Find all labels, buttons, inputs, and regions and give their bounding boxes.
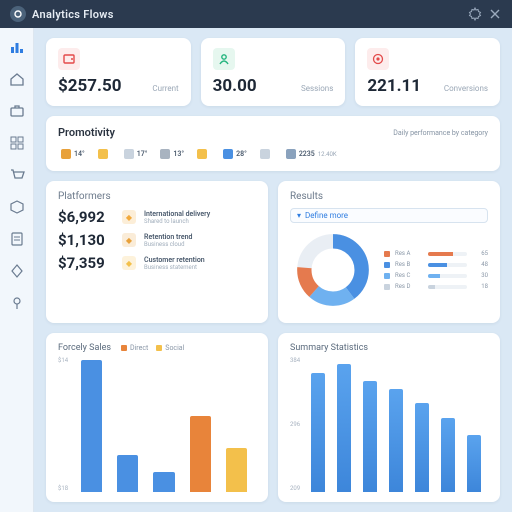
bar — [386, 357, 406, 492]
chip-icon — [160, 149, 170, 159]
results-donut-chart — [290, 227, 376, 313]
promotion-card: Promotivity Daily performance by categor… — [46, 116, 500, 171]
kpi-card[interactable]: $257.50 Current — [46, 38, 191, 106]
chip-icon — [197, 149, 207, 159]
kpi-value: $257.50 — [58, 76, 121, 96]
right-chart-bars — [304, 357, 488, 492]
platforms-card: Platformers $6,992◆International deliver… — [46, 181, 268, 323]
kpi-label: Conversions — [444, 84, 488, 93]
bar — [438, 357, 458, 492]
chip-icon — [98, 149, 108, 159]
target-icon — [367, 48, 389, 70]
kpi-row: $257.50 Current 30.00 Sessions 221.11 Conve… — [46, 38, 500, 106]
title-bar: Analytics Flows — [0, 0, 512, 28]
bar — [334, 357, 354, 492]
kpi-card[interactable]: 30.00 Sessions — [201, 38, 346, 106]
app-title: Analytics Flows — [32, 8, 114, 21]
right-chart-yaxis: 384 296 209 — [290, 357, 300, 492]
bar — [149, 357, 179, 492]
platform-amount: $7,359 — [58, 254, 114, 272]
platform-row[interactable]: $6,992◆International deliveryShared to l… — [58, 208, 256, 226]
promo-chip[interactable]: 14° — [58, 147, 91, 161]
bar — [222, 357, 252, 492]
promotion-subtitle: Daily performance by category — [393, 129, 488, 137]
promo-chip[interactable]: 13° — [157, 147, 190, 161]
chip-icon — [286, 149, 296, 159]
nav-pin-icon[interactable] — [8, 294, 26, 312]
bar — [464, 357, 484, 492]
promo-chip[interactable]: 28° — [220, 147, 253, 161]
legend-row: Res D18 — [384, 283, 488, 290]
bar — [113, 357, 143, 492]
promo-chip[interactable] — [257, 147, 279, 161]
left-chart-bars — [72, 357, 256, 492]
nav-doc-icon[interactable] — [8, 230, 26, 248]
platform-row[interactable]: $7,359◆Customer retentionBusiness statem… — [58, 254, 256, 272]
kpi-value: 221.11 — [367, 76, 421, 96]
results-card: Results ▾ Define more Res A65Res B4 — [278, 181, 500, 323]
platform-icon: ◆ — [122, 256, 136, 270]
right-chart-card: Summary Statistics 384 296 209 — [278, 333, 500, 502]
chip-icon — [124, 149, 134, 159]
kpi-value: 30.00 — [213, 76, 257, 96]
bar — [308, 357, 328, 492]
promo-chip[interactable] — [95, 147, 117, 161]
promo-chip[interactable]: 17° — [121, 147, 154, 161]
app-logo-icon — [10, 6, 26, 22]
nav-diamond-icon[interactable] — [8, 262, 26, 280]
promo-chip[interactable] — [194, 147, 216, 161]
results-dropdown[interactable]: ▾ Define more — [290, 208, 488, 223]
right-chart-title: Summary Statistics — [290, 343, 368, 353]
promotion-title: Promotivity — [58, 126, 115, 139]
nav-box-icon[interactable] — [8, 198, 26, 216]
platforms-title: Platformers — [58, 191, 256, 202]
bar — [412, 357, 432, 492]
results-legend: Res A65 Res B48 Res C30 Res D18 — [384, 250, 488, 290]
promo-chip[interactable]: 223512.40K — [283, 147, 340, 161]
results-title: Results — [290, 191, 488, 202]
platform-icon: ◆ — [122, 210, 136, 224]
kpi-label: Current — [152, 84, 178, 93]
chip-icon — [223, 149, 233, 159]
sidebar — [0, 28, 34, 512]
legend-row: Res B48 — [384, 261, 488, 268]
settings-icon[interactable] — [468, 7, 482, 21]
left-chart-legend: Direct Social — [121, 344, 184, 352]
nav-grid-icon[interactable] — [8, 134, 26, 152]
platform-icon: ◆ — [122, 233, 136, 247]
bar — [360, 357, 380, 492]
platform-row[interactable]: $1,130◆Retention trendBusiness cloud — [58, 231, 256, 249]
nav-cart-icon[interactable] — [8, 166, 26, 184]
nav-briefcase-icon[interactable] — [8, 102, 26, 120]
left-chart-title: Forcely Sales — [58, 343, 111, 353]
bar — [185, 357, 215, 492]
close-icon[interactable] — [488, 7, 502, 21]
chevron-down-icon: ▾ — [297, 211, 301, 220]
platform-amount: $1,130 — [58, 231, 114, 249]
left-chart-card: Forcely Sales Direct Social $14 $18 — [46, 333, 268, 502]
chip-icon — [260, 149, 270, 159]
user-icon — [213, 48, 235, 70]
legend-row: Res C30 — [384, 272, 488, 279]
main-content: $257.50 Current 30.00 Sessions 221.11 Conve… — [34, 28, 512, 512]
kpi-card[interactable]: 221.11 Conversions — [355, 38, 500, 106]
left-chart-yaxis: $14 $18 — [58, 357, 68, 492]
wallet-icon — [58, 48, 80, 70]
promotion-chips: 14° 17°13° 28° 223512.40K — [58, 147, 488, 161]
nav-home-icon[interactable] — [8, 70, 26, 88]
bar — [76, 357, 106, 492]
chip-icon — [61, 149, 71, 159]
nav-analytics-icon[interactable] — [8, 38, 26, 56]
platform-amount: $6,992 — [58, 208, 114, 226]
legend-row: Res A65 — [384, 250, 488, 257]
kpi-label: Sessions — [301, 84, 333, 93]
